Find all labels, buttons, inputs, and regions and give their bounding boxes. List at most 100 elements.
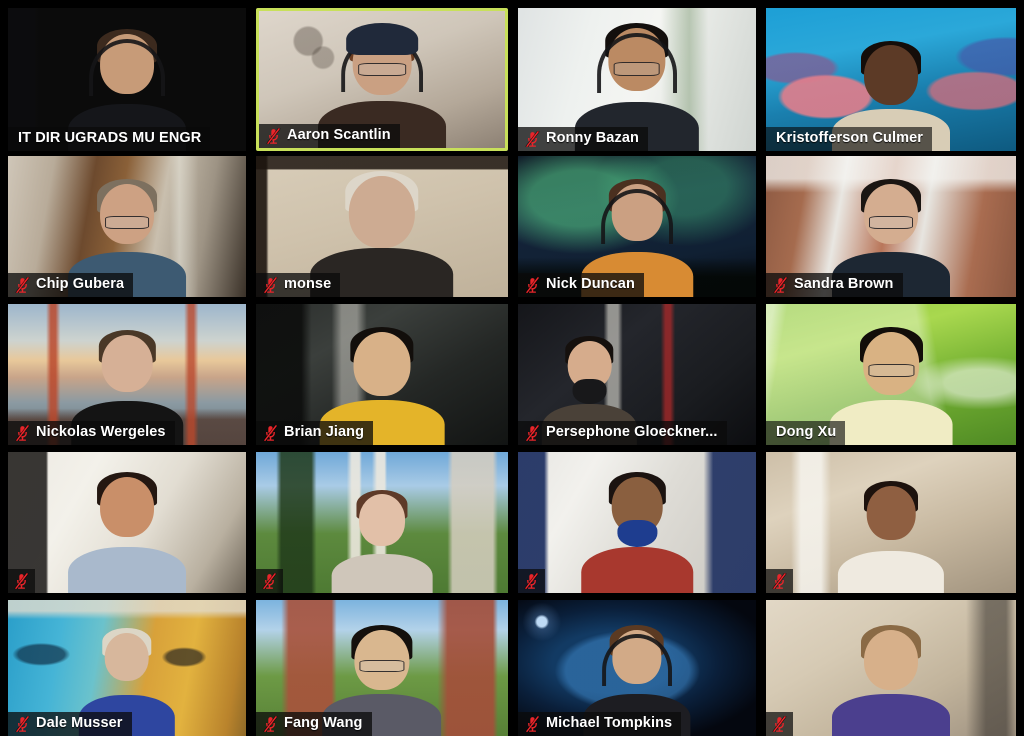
- figure-head: [864, 629, 918, 690]
- participant-name-label: [256, 569, 283, 593]
- participant-name-label: Nickolas Wergeles: [8, 421, 175, 445]
- figure-head: [353, 332, 411, 396]
- participant-figure: [580, 472, 694, 593]
- participant-name-text: Chip Gubera: [36, 276, 125, 292]
- figure-head: [100, 477, 154, 538]
- figure-head: [358, 494, 406, 546]
- participant-tile[interactable]: [8, 452, 246, 593]
- participant-tile[interactable]: Dale Musser: [8, 600, 246, 736]
- participant-name-label: Chip Gubera: [8, 273, 134, 297]
- participant-figure: [832, 625, 950, 736]
- participant-tile[interactable]: IT DIR UGRADS MU ENGR: [8, 8, 246, 151]
- figure-torso: [68, 546, 186, 593]
- figure-torso: [837, 550, 945, 593]
- participant-video: [8, 452, 246, 593]
- participant-name-label: Dale Musser: [8, 712, 132, 736]
- figure-torso: [331, 554, 433, 593]
- figure-torso: [832, 693, 950, 736]
- participant-tile[interactable]: [766, 600, 1016, 736]
- participant-video: [766, 452, 1016, 593]
- figure-head: [100, 184, 154, 245]
- participant-name-label: Michael Tompkins: [518, 712, 682, 736]
- participant-tile[interactable]: Dong Xu: [766, 304, 1016, 445]
- participant-name-label: IT DIR UGRADS MU ENGR: [8, 127, 211, 151]
- microphone-muted-icon: [262, 573, 277, 589]
- participant-tile[interactable]: Brian Jiang: [256, 304, 508, 445]
- figure-glasses: [867, 363, 915, 377]
- participant-name-text: Dong Xu: [776, 424, 837, 440]
- participant-tile[interactable]: Fang Wang: [256, 600, 508, 736]
- participant-tile[interactable]: Ronny Bazan: [518, 8, 756, 151]
- microphone-muted-icon: [772, 573, 787, 589]
- participant-name-text: Brian Jiang: [284, 424, 365, 440]
- participant-name-label: [518, 569, 545, 593]
- figure-glasses: [869, 215, 913, 229]
- figure-glasses: [105, 215, 149, 229]
- participant-figure: [829, 327, 953, 445]
- participant-name-text: Michael Tompkins: [546, 715, 673, 731]
- microphone-muted-icon: [524, 573, 539, 589]
- figure-torso: [580, 546, 694, 593]
- participant-name-label: [766, 712, 793, 736]
- participant-name-label: Fang Wang: [256, 712, 372, 736]
- participant-name-text: Dale Musser: [36, 715, 123, 731]
- figure-head: [349, 175, 415, 249]
- figure-head: [105, 632, 149, 682]
- microphone-muted-icon: [525, 130, 540, 147]
- participant-tile[interactable]: Persephone Gloeckner...: [518, 304, 756, 445]
- figure-head: [864, 184, 918, 245]
- microphone-muted-icon: [525, 424, 540, 441]
- participant-tile[interactable]: Nickolas Wergeles: [8, 304, 246, 445]
- participant-figure: [68, 472, 186, 593]
- participant-tile[interactable]: [766, 452, 1016, 593]
- participant-tile[interactable]: monse: [256, 156, 508, 297]
- microphone-muted-icon: [772, 716, 787, 732]
- microphone-muted-icon: [263, 276, 278, 293]
- zoom-gallery-view: IT DIR UGRADS MU ENGR Aaron Scantlin Ronny…: [0, 0, 1024, 736]
- participant-name-text: Nickolas Wergeles: [36, 424, 166, 440]
- participant-name-text: Nick Duncan: [546, 276, 635, 292]
- microphone-muted-icon: [263, 715, 278, 732]
- microphone-muted-icon: [15, 715, 30, 732]
- participant-name-label: Persephone Gloeckner...: [518, 421, 727, 445]
- participant-tile[interactable]: [518, 452, 756, 593]
- participant-name-text: Kristofferson Culmer: [776, 130, 924, 146]
- microphone-muted-icon: [15, 424, 30, 441]
- participant-tile[interactable]: Chip Gubera: [8, 156, 246, 297]
- participant-name-label: [8, 569, 35, 593]
- participant-name-label: Aaron Scantlin: [259, 124, 400, 148]
- microphone-muted-icon: [773, 276, 788, 293]
- participant-name-label: Kristofferson Culmer: [766, 127, 933, 151]
- figure-cap: [346, 22, 418, 56]
- figure-head: [864, 45, 918, 106]
- participant-name-label: Dong Xu: [766, 421, 846, 445]
- participant-tile[interactable]: Nick Duncan: [518, 156, 756, 297]
- participant-name-label: Nick Duncan: [518, 273, 644, 297]
- participant-name-label: monse: [256, 273, 341, 297]
- participant-figure: [331, 490, 433, 593]
- participant-tile[interactable]: Aaron Scantlin: [256, 8, 508, 151]
- participant-tile[interactable]: [256, 452, 508, 593]
- participant-name-label: Ronny Bazan: [518, 127, 648, 151]
- participant-tile[interactable]: Sandra Brown: [766, 156, 1016, 297]
- figure-glasses: [359, 659, 405, 672]
- participant-name-label: Brian Jiang: [256, 421, 374, 445]
- participant-name-label: [766, 569, 793, 593]
- participant-video: [518, 452, 756, 593]
- participant-name-text: Sandra Brown: [794, 276, 894, 292]
- participant-name-text: Ronny Bazan: [546, 130, 639, 146]
- participant-name-label: Sandra Brown: [766, 273, 903, 297]
- microphone-muted-icon: [525, 276, 540, 293]
- participant-video: [256, 452, 508, 593]
- figure-face-mask: [617, 519, 657, 547]
- microphone-muted-icon: [14, 573, 29, 589]
- participant-tile[interactable]: Kristofferson Culmer: [766, 8, 1016, 151]
- figure-face-mask: [572, 379, 607, 404]
- participant-figure: [837, 481, 945, 593]
- figure-torso: [829, 400, 953, 445]
- participant-name-text: monse: [284, 276, 332, 292]
- participant-name-text: Aaron Scantlin: [287, 127, 391, 143]
- participant-video: [766, 600, 1016, 736]
- participant-tile[interactable]: Michael Tompkins: [518, 600, 756, 736]
- microphone-muted-icon: [525, 715, 540, 732]
